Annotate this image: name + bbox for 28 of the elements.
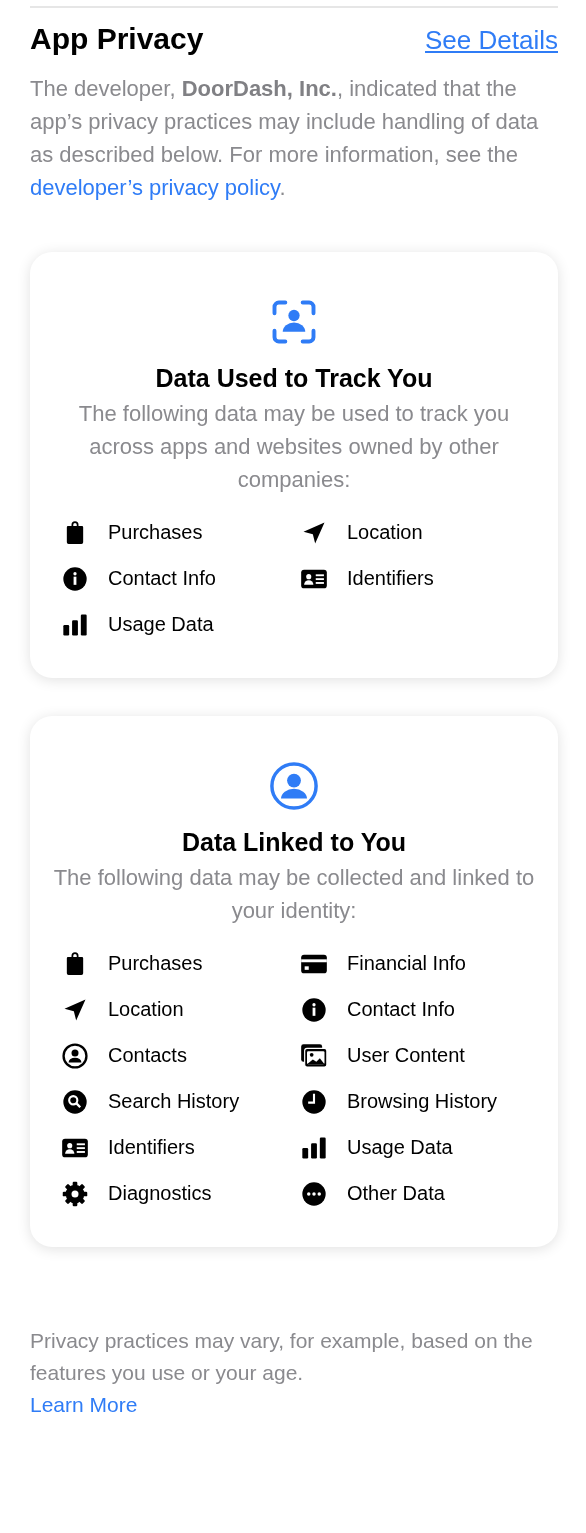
footer-note: Privacy practices may vary, for example, based on the features you use or your age. Learn More [30,1328,534,1418]
data-type-label: Usage Data [347,1135,453,1160]
data-type-label: Identifiers [108,1135,195,1160]
data-type-label: Location [108,997,184,1022]
person-circle-icon [268,760,320,812]
card-description: The following data may be used to track you across apps and websites owned by other companies: [77,400,511,494]
data-type-label: Other Data [347,1181,445,1206]
data-type-label: Purchases [108,520,203,545]
data-type-label: Purchases [108,951,203,976]
data-type-label: Financial Info [347,951,466,976]
data-type-label: Diagnostics [108,1181,212,1206]
card-title: Data Used to Track You [155,364,433,393]
section-title: App Privacy [30,22,204,56]
data-type-label: Contact Info [108,566,216,591]
learn-more-link[interactable]: Learn More [30,1393,138,1416]
data-type-label: Location [347,520,423,545]
data-type-label: Search History [108,1089,240,1114]
privacy-policy-link[interactable]: developer’s privacy policy [30,175,280,200]
data-type-label: User Content [347,1043,465,1068]
see-details-link[interactable]: See Details [425,25,558,56]
card-description: The following data may be collected and linked to your identity: [52,864,536,925]
data-type-label: Contacts [108,1043,187,1068]
data-type-label: Identifiers [347,566,434,591]
data-type-label: Browsing History [347,1089,498,1114]
data-type-label: Contact Info [347,997,455,1022]
privacy-description: The developer, DoorDash, Inc., indicated that the app’s privacy practices may include handling of data as described below. For more information, see the developer’s privacy policy. [30,75,540,202]
card-title: Data Linked to You [181,828,407,857]
data-type-label: Usage Data [108,612,214,637]
